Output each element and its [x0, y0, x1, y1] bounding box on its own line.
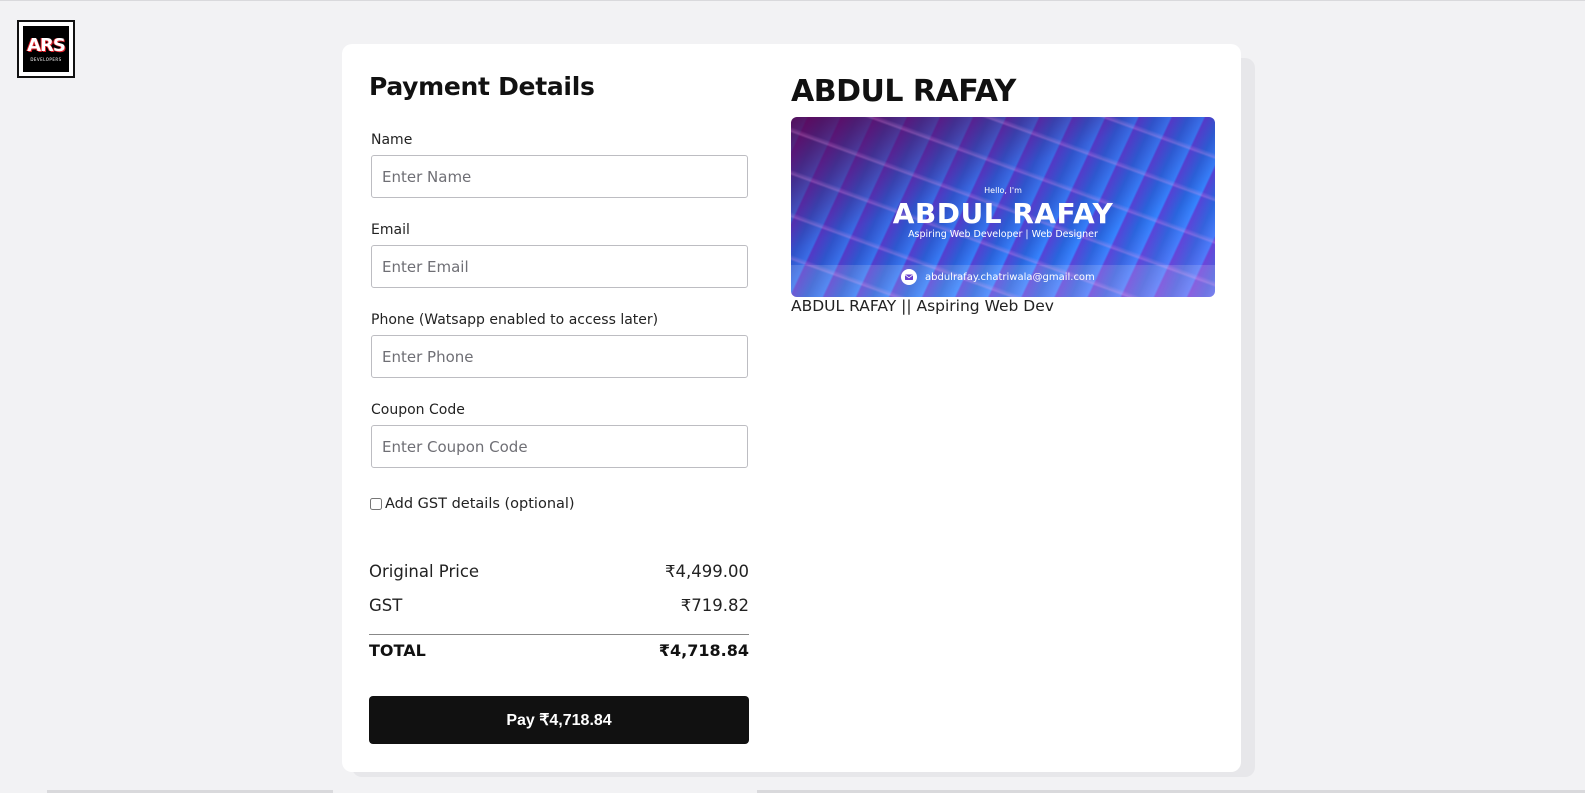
logo-subtext: DEVELOPERS — [30, 56, 62, 62]
coupon-input[interactable] — [371, 425, 748, 468]
phone-input[interactable] — [371, 335, 748, 378]
banner-name: ABDUL RAFAY — [892, 197, 1114, 230]
total-label: TOTAL — [369, 641, 426, 660]
logo-text: ARS — [27, 34, 66, 56]
product-banner-image: Hello, I'm ABDUL RAFAY Aspiring Web Deve… — [791, 117, 1215, 297]
name-input[interactable] — [371, 155, 748, 198]
email-label: Email — [371, 222, 410, 238]
gst-checkbox-label: Add GST details (optional) — [385, 496, 575, 512]
coupon-label: Coupon Code — [371, 402, 465, 418]
product-title: ABDUL RAFAY — [791, 74, 1016, 109]
gst-row: GST ₹719.82 — [369, 596, 749, 615]
checkout-card: Payment Details Name Email Phone (Watsap… — [342, 44, 1241, 772]
gst-checkbox[interactable] — [370, 498, 382, 510]
banner-email: abdulrafay.chatriwala@gmail.com — [925, 271, 1095, 283]
banner-contact: abdulrafay.chatriwala@gmail.com — [901, 269, 1095, 285]
mail-icon — [901, 269, 917, 285]
total-value: ₹4,718.84 — [658, 641, 749, 660]
gst-option[interactable]: Add GST details (optional) — [370, 496, 575, 512]
total-row: TOTAL ₹4,718.84 — [369, 641, 749, 660]
name-label: Name — [371, 132, 413, 148]
pay-button[interactable]: Pay ₹4,718.84 — [369, 696, 749, 744]
gst-value: ₹719.82 — [680, 596, 749, 615]
email-input[interactable] — [371, 245, 748, 288]
product-caption: ABDUL RAFAY || Aspiring Web Dev — [791, 297, 1054, 315]
gst-label: GST — [369, 596, 403, 615]
phone-label: Phone (Watsapp enabled to access later) — [371, 312, 659, 328]
original-price-label: Original Price — [369, 562, 480, 581]
original-price-value: ₹4,499.00 — [665, 562, 749, 581]
original-price-row: Original Price ₹4,499.00 — [369, 562, 749, 581]
top-border — [0, 0, 1585, 1]
brand-logo[interactable]: ARS DEVELOPERS — [17, 20, 75, 78]
page-title: Payment Details — [369, 72, 595, 101]
banner-greeting: Hello, I'm — [984, 186, 1022, 195]
logo-mark: ARS DEVELOPERS — [23, 26, 69, 72]
banner-subtitle: Aspiring Web Developer | Web Designer — [908, 229, 1098, 240]
price-divider — [369, 634, 749, 635]
